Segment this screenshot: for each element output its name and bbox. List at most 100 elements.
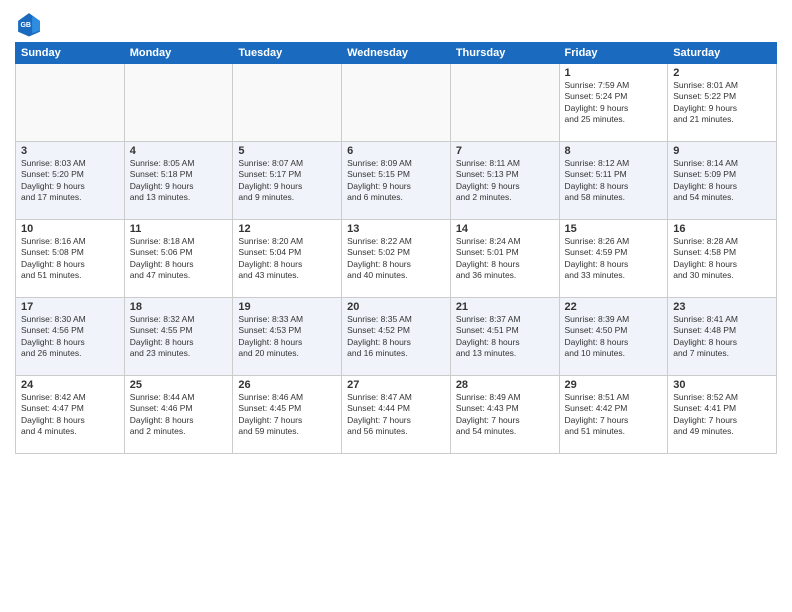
calendar-day-cell: 23Sunrise: 8:41 AM Sunset: 4:48 PM Dayli… (668, 298, 777, 376)
day-number: 6 (347, 145, 445, 157)
day-info: Sunrise: 8:16 AM Sunset: 5:08 PM Dayligh… (21, 236, 119, 282)
day-number: 13 (347, 223, 445, 235)
day-info: Sunrise: 8:22 AM Sunset: 5:02 PM Dayligh… (347, 236, 445, 282)
day-number: 10 (21, 223, 119, 235)
calendar-day-cell: 30Sunrise: 8:52 AM Sunset: 4:41 PM Dayli… (668, 376, 777, 454)
calendar-day-cell: 27Sunrise: 8:47 AM Sunset: 4:44 PM Dayli… (342, 376, 451, 454)
day-number: 14 (456, 223, 554, 235)
page: GB SundayMondayTuesdayWednesdayThursdayF… (0, 0, 792, 612)
day-info: Sunrise: 8:39 AM Sunset: 4:50 PM Dayligh… (565, 314, 663, 360)
calendar-weekday-header: Thursday (450, 43, 559, 64)
calendar-day-cell: 8Sunrise: 8:12 AM Sunset: 5:11 PM Daylig… (559, 142, 668, 220)
day-info: Sunrise: 8:51 AM Sunset: 4:42 PM Dayligh… (565, 392, 663, 438)
calendar-day-cell: 21Sunrise: 8:37 AM Sunset: 4:51 PM Dayli… (450, 298, 559, 376)
calendar-day-cell: 1Sunrise: 7:59 AM Sunset: 5:24 PM Daylig… (559, 64, 668, 142)
day-info: Sunrise: 8:28 AM Sunset: 4:58 PM Dayligh… (673, 236, 771, 282)
calendar-day-cell: 24Sunrise: 8:42 AM Sunset: 4:47 PM Dayli… (16, 376, 125, 454)
day-number: 24 (21, 379, 119, 391)
day-number: 1 (565, 67, 663, 79)
day-number: 3 (21, 145, 119, 157)
calendar-day-cell: 3Sunrise: 8:03 AM Sunset: 5:20 PM Daylig… (16, 142, 125, 220)
day-info: Sunrise: 8:46 AM Sunset: 4:45 PM Dayligh… (238, 392, 336, 438)
day-number: 30 (673, 379, 771, 391)
calendar-day-cell: 5Sunrise: 8:07 AM Sunset: 5:17 PM Daylig… (233, 142, 342, 220)
calendar-weekday-header: Monday (124, 43, 233, 64)
calendar-day-cell (124, 64, 233, 142)
day-info: Sunrise: 8:11 AM Sunset: 5:13 PM Dayligh… (456, 158, 554, 204)
calendar-day-cell (450, 64, 559, 142)
calendar-day-cell: 11Sunrise: 8:18 AM Sunset: 5:06 PM Dayli… (124, 220, 233, 298)
calendar-weekday-header: Wednesday (342, 43, 451, 64)
calendar-day-cell: 26Sunrise: 8:46 AM Sunset: 4:45 PM Dayli… (233, 376, 342, 454)
day-info: Sunrise: 7:59 AM Sunset: 5:24 PM Dayligh… (565, 80, 663, 126)
calendar-day-cell: 7Sunrise: 8:11 AM Sunset: 5:13 PM Daylig… (450, 142, 559, 220)
day-info: Sunrise: 8:14 AM Sunset: 5:09 PM Dayligh… (673, 158, 771, 204)
calendar-day-cell (342, 64, 451, 142)
calendar-day-cell: 9Sunrise: 8:14 AM Sunset: 5:09 PM Daylig… (668, 142, 777, 220)
calendar-day-cell: 17Sunrise: 8:30 AM Sunset: 4:56 PM Dayli… (16, 298, 125, 376)
svg-text:GB: GB (20, 22, 31, 29)
calendar-weekday-header: Sunday (16, 43, 125, 64)
logo-icon: GB (15, 10, 43, 38)
day-number: 22 (565, 301, 663, 313)
day-number: 5 (238, 145, 336, 157)
day-number: 17 (21, 301, 119, 313)
day-info: Sunrise: 8:47 AM Sunset: 4:44 PM Dayligh… (347, 392, 445, 438)
calendar-day-cell: 14Sunrise: 8:24 AM Sunset: 5:01 PM Dayli… (450, 220, 559, 298)
day-number: 12 (238, 223, 336, 235)
calendar-day-cell: 22Sunrise: 8:39 AM Sunset: 4:50 PM Dayli… (559, 298, 668, 376)
calendar-day-cell: 15Sunrise: 8:26 AM Sunset: 4:59 PM Dayli… (559, 220, 668, 298)
day-info: Sunrise: 8:26 AM Sunset: 4:59 PM Dayligh… (565, 236, 663, 282)
day-number: 4 (130, 145, 228, 157)
day-number: 18 (130, 301, 228, 313)
calendar-week-row: 17Sunrise: 8:30 AM Sunset: 4:56 PM Dayli… (16, 298, 777, 376)
day-number: 8 (565, 145, 663, 157)
day-info: Sunrise: 8:05 AM Sunset: 5:18 PM Dayligh… (130, 158, 228, 204)
day-number: 23 (673, 301, 771, 313)
calendar-day-cell (233, 64, 342, 142)
calendar-week-row: 1Sunrise: 7:59 AM Sunset: 5:24 PM Daylig… (16, 64, 777, 142)
day-number: 7 (456, 145, 554, 157)
day-info: Sunrise: 8:44 AM Sunset: 4:46 PM Dayligh… (130, 392, 228, 438)
calendar-day-cell: 25Sunrise: 8:44 AM Sunset: 4:46 PM Dayli… (124, 376, 233, 454)
calendar-day-cell: 13Sunrise: 8:22 AM Sunset: 5:02 PM Dayli… (342, 220, 451, 298)
day-info: Sunrise: 8:32 AM Sunset: 4:55 PM Dayligh… (130, 314, 228, 360)
calendar-day-cell: 28Sunrise: 8:49 AM Sunset: 4:43 PM Dayli… (450, 376, 559, 454)
calendar-day-cell: 12Sunrise: 8:20 AM Sunset: 5:04 PM Dayli… (233, 220, 342, 298)
day-info: Sunrise: 8:09 AM Sunset: 5:15 PM Dayligh… (347, 158, 445, 204)
day-info: Sunrise: 8:12 AM Sunset: 5:11 PM Dayligh… (565, 158, 663, 204)
calendar-weekday-header: Tuesday (233, 43, 342, 64)
day-info: Sunrise: 8:42 AM Sunset: 4:47 PM Dayligh… (21, 392, 119, 438)
calendar-week-row: 24Sunrise: 8:42 AM Sunset: 4:47 PM Dayli… (16, 376, 777, 454)
calendar-day-cell: 18Sunrise: 8:32 AM Sunset: 4:55 PM Dayli… (124, 298, 233, 376)
day-number: 16 (673, 223, 771, 235)
calendar-day-cell: 20Sunrise: 8:35 AM Sunset: 4:52 PM Dayli… (342, 298, 451, 376)
calendar-day-cell: 29Sunrise: 8:51 AM Sunset: 4:42 PM Dayli… (559, 376, 668, 454)
day-number: 28 (456, 379, 554, 391)
day-number: 19 (238, 301, 336, 313)
day-info: Sunrise: 8:52 AM Sunset: 4:41 PM Dayligh… (673, 392, 771, 438)
logo: GB (15, 10, 47, 38)
calendar-day-cell: 16Sunrise: 8:28 AM Sunset: 4:58 PM Dayli… (668, 220, 777, 298)
calendar-weekday-header: Friday (559, 43, 668, 64)
calendar-week-row: 10Sunrise: 8:16 AM Sunset: 5:08 PM Dayli… (16, 220, 777, 298)
day-info: Sunrise: 8:30 AM Sunset: 4:56 PM Dayligh… (21, 314, 119, 360)
day-info: Sunrise: 8:03 AM Sunset: 5:20 PM Dayligh… (21, 158, 119, 204)
day-number: 21 (456, 301, 554, 313)
calendar-week-row: 3Sunrise: 8:03 AM Sunset: 5:20 PM Daylig… (16, 142, 777, 220)
day-info: Sunrise: 8:07 AM Sunset: 5:17 PM Dayligh… (238, 158, 336, 204)
calendar-day-cell: 10Sunrise: 8:16 AM Sunset: 5:08 PM Dayli… (16, 220, 125, 298)
day-number: 25 (130, 379, 228, 391)
day-info: Sunrise: 8:49 AM Sunset: 4:43 PM Dayligh… (456, 392, 554, 438)
calendar-day-cell: 4Sunrise: 8:05 AM Sunset: 5:18 PM Daylig… (124, 142, 233, 220)
day-number: 9 (673, 145, 771, 157)
day-number: 2 (673, 67, 771, 79)
calendar-day-cell: 19Sunrise: 8:33 AM Sunset: 4:53 PM Dayli… (233, 298, 342, 376)
calendar-header-row: SundayMondayTuesdayWednesdayThursdayFrid… (16, 43, 777, 64)
day-info: Sunrise: 8:35 AM Sunset: 4:52 PM Dayligh… (347, 314, 445, 360)
day-info: Sunrise: 8:24 AM Sunset: 5:01 PM Dayligh… (456, 236, 554, 282)
calendar: SundayMondayTuesdayWednesdayThursdayFrid… (15, 42, 777, 454)
day-number: 29 (565, 379, 663, 391)
day-info: Sunrise: 8:20 AM Sunset: 5:04 PM Dayligh… (238, 236, 336, 282)
day-number: 15 (565, 223, 663, 235)
